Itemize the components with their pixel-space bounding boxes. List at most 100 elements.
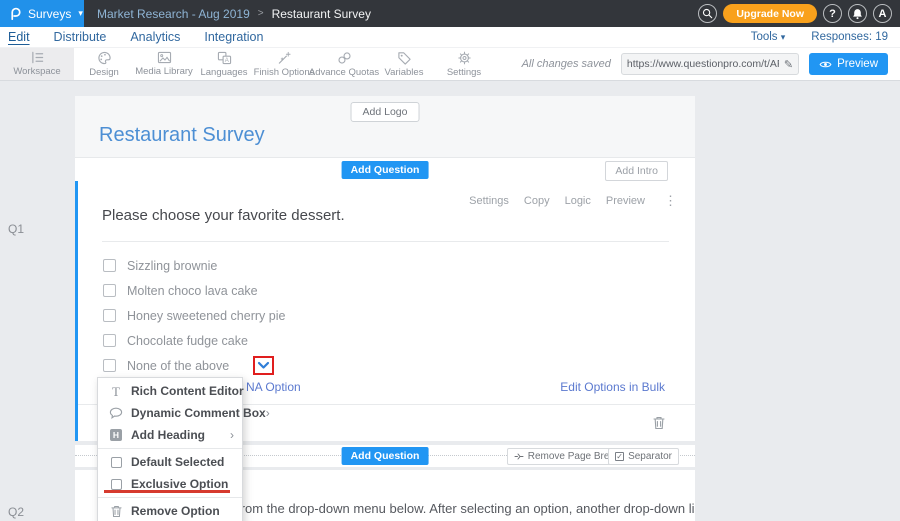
chain-links-icon	[337, 51, 352, 65]
checkbox[interactable]	[103, 309, 116, 322]
checkbox-icon	[111, 457, 122, 468]
toolbar-item-variables[interactable]: Variables	[374, 48, 434, 80]
notifications-button[interactable]	[848, 4, 867, 23]
workspace-icon	[30, 51, 45, 64]
question-copy-button[interactable]: Copy	[524, 195, 550, 207]
answer-options-list: Sizzling brownie Molten choco lava cake …	[103, 253, 285, 378]
submenu-chevron-icon: ›	[230, 428, 234, 442]
option-menu-chevron-icon[interactable]	[257, 361, 270, 370]
toolbar-item-advance-quotas[interactable]: Advance Quotas	[314, 48, 374, 80]
add-logo-button[interactable]: Add Logo	[351, 102, 420, 122]
trash-icon	[111, 505, 122, 518]
answer-option-row: Chocolate fudge cake	[103, 328, 285, 353]
option-label[interactable]: Sizzling brownie	[127, 259, 217, 273]
edit-options-in-bulk-link[interactable]: Edit Options in Bulk	[560, 380, 665, 394]
add-question-button-top[interactable]: Add Question	[342, 161, 429, 179]
answer-option-row: Sizzling brownie	[103, 253, 285, 278]
eye-icon	[819, 60, 832, 69]
survey-title[interactable]: Restaurant Survey	[99, 124, 265, 147]
question-preview-button[interactable]: Preview	[606, 195, 645, 207]
image-icon	[157, 51, 172, 64]
annotation-red-box	[253, 356, 274, 375]
delete-question-button[interactable]	[653, 416, 665, 435]
q1-margin-label: Q1	[8, 222, 24, 236]
page-break-icon	[514, 452, 524, 461]
toolbar-item-settings[interactable]: Settings	[434, 48, 494, 80]
option-label[interactable]: Molten choco lava cake	[127, 284, 258, 298]
answer-option-row: None of the above	[103, 353, 285, 378]
checkbox-icon	[111, 479, 122, 490]
surveys-product-menu[interactable]: Surveys ▾	[0, 0, 84, 27]
trash-icon	[653, 416, 665, 430]
menu-item-dynamic-comment-box[interactable]: Dynamic Comment Box ›	[98, 402, 242, 424]
breadcrumb-separator: >	[258, 8, 264, 19]
search-button[interactable]	[698, 4, 717, 23]
account-avatar[interactable]: A	[873, 4, 892, 23]
menu-item-add-heading[interactable]: H Add Heading ›	[98, 424, 242, 446]
upgrade-now-button[interactable]: Upgrade Now	[723, 4, 817, 23]
answer-option-row: Molten choco lava cake	[103, 278, 285, 303]
q2-margin-label: Q2	[8, 505, 24, 519]
tab-distribute[interactable]: Distribute	[54, 30, 107, 44]
edit-url-pencil-icon[interactable]: ✎	[784, 58, 793, 71]
question-settings-button[interactable]: Settings	[469, 195, 509, 207]
questionpro-logo-icon	[9, 6, 22, 21]
product-label: Surveys	[28, 7, 71, 21]
option-label[interactable]: Chocolate fudge cake	[127, 334, 248, 348]
intro-strip: Add Question Add Intro	[75, 157, 695, 181]
heading-icon: H	[110, 429, 122, 441]
menu-item-rich-content-editor[interactable]: T Rich Content Editor	[98, 380, 242, 402]
ribbon-right-group: All changes saved ✎ Preview	[522, 48, 900, 80]
survey-url-box: ✎	[621, 53, 799, 75]
option-label[interactable]: Honey sweetened cherry pie	[127, 309, 285, 323]
question-1-text[interactable]: Please choose your favorite dessert.	[102, 207, 345, 224]
checkbox[interactable]	[103, 284, 116, 297]
add-na-option-link[interactable]: NA Option	[246, 380, 301, 394]
option-label[interactable]: None of the above	[127, 359, 229, 373]
save-status: All changes saved	[522, 58, 611, 70]
menu-item-default-selected[interactable]: Default Selected	[98, 451, 242, 473]
bell-icon	[852, 8, 863, 20]
caret-down-icon: ▾	[78, 8, 83, 19]
checkbox[interactable]	[103, 259, 116, 272]
survey-url-input[interactable]	[627, 58, 779, 70]
preview-button[interactable]: Preview	[809, 53, 888, 75]
nav-right-group: Tools ▾ Responses: 19	[751, 31, 900, 43]
checkbox[interactable]	[103, 334, 116, 347]
caret-down-icon: ▾	[781, 32, 786, 42]
question-logic-button[interactable]: Logic	[565, 195, 591, 207]
menu-divider	[98, 448, 242, 449]
answer-option-row: Honey sweetened cherry pie	[103, 303, 285, 328]
checkbox[interactable]	[103, 359, 116, 372]
toolbar-item-workspace[interactable]: Workspace	[0, 48, 74, 80]
tag-icon	[397, 51, 412, 65]
add-question-button-bottom[interactable]: Add Question	[342, 447, 429, 465]
question-text-divider	[102, 241, 669, 242]
avatar-initial: A	[879, 8, 887, 20]
responses-count[interactable]: Responses: 19	[811, 31, 888, 43]
help-button[interactable]: ?	[823, 4, 842, 23]
tab-edit[interactable]: Edit	[8, 30, 30, 44]
gear-icon	[457, 51, 472, 65]
toolbar-item-languages[interactable]: A Languages	[194, 48, 254, 80]
separator-toggle-button[interactable]: ✓ Separator	[608, 448, 679, 465]
top-right-actions: Upgrade Now ? A	[698, 4, 900, 23]
breadcrumb: Market Research - Aug 2019 > Restaurant …	[97, 7, 371, 21]
more-options-icon[interactable]: ⋮	[664, 193, 677, 209]
tab-integration[interactable]: Integration	[204, 30, 263, 44]
survey-header-section: Add Logo Restaurant Survey	[75, 96, 695, 157]
tab-analytics[interactable]: Analytics	[130, 30, 180, 44]
add-intro-button[interactable]: Add Intro	[605, 161, 668, 181]
breadcrumb-parent[interactable]: Market Research - Aug 2019	[97, 7, 250, 21]
question-actions: Settings Copy Logic Preview ⋮	[469, 193, 677, 209]
submenu-chevron-icon: ›	[266, 406, 270, 420]
toolbar-item-media-library[interactable]: Media Library	[134, 48, 194, 80]
tools-menu[interactable]: Tools ▾	[751, 31, 786, 43]
breadcrumb-current: Restaurant Survey	[272, 7, 371, 21]
annotation-red-underline	[104, 490, 230, 493]
option-context-menu: T Rich Content Editor Dynamic Comment Bo…	[97, 377, 243, 521]
search-icon	[702, 8, 713, 19]
toolbar-item-design[interactable]: Design	[74, 48, 134, 80]
menu-item-remove-option[interactable]: Remove Option	[98, 500, 242, 521]
toolbar-item-finish-options[interactable]: Finish Options	[254, 48, 314, 80]
